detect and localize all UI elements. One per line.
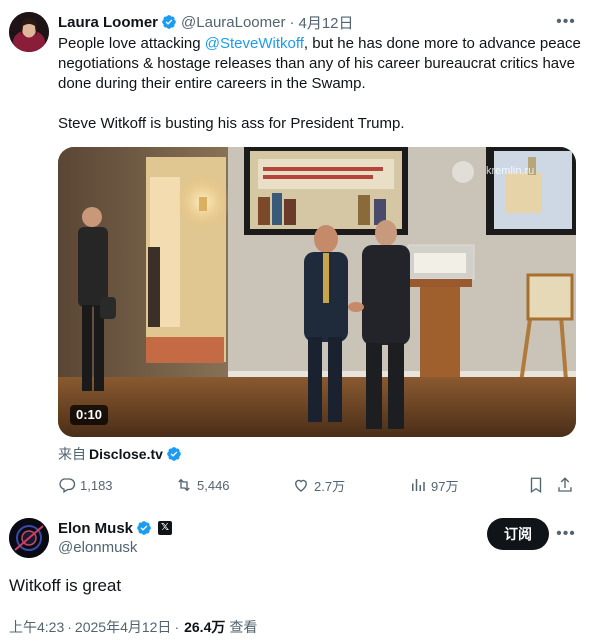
reply-icon <box>59 478 76 493</box>
like-count: 2.7万 <box>314 478 346 494</box>
separator-dot: · <box>289 13 295 31</box>
more-icon[interactable]: ••• <box>556 12 576 32</box>
video-player[interactable]: kremlin.ru <box>58 147 576 437</box>
tweet-header: Laura Loomer @LauraLoomer · 4月12日 <box>58 12 354 32</box>
video-duration: 0:10 <box>70 405 109 425</box>
retweet-icon <box>178 478 190 492</box>
video-thumbnail <box>58 147 576 437</box>
tweet-text-part: People love attacking <box>58 35 205 52</box>
verified-icon <box>166 446 182 462</box>
views-button[interactable]: 97万 <box>409 474 458 496</box>
source-name[interactable]: Disclose.tv <box>89 446 163 462</box>
author-name[interactable]: Laura Loomer <box>58 14 158 31</box>
reply-time[interactable]: 上午4:23 <box>9 617 64 637</box>
share-button[interactable] <box>556 474 578 496</box>
video-source: 来自 Disclose.tv <box>58 444 186 464</box>
views-icon <box>412 479 425 491</box>
tweet-text-paragraph: Steve Witkoff is busting his ass for Pre… <box>58 115 405 132</box>
verified-icon <box>161 14 177 30</box>
tweet-date[interactable]: 4月12日 <box>298 12 353 33</box>
reply-views-label: 查看 <box>229 619 258 635</box>
tweet-text: People love attacking @SteveWitkoff, but… <box>58 34 588 134</box>
separator-dot: · <box>174 619 180 635</box>
like-icon <box>295 479 307 492</box>
bookmark-icon <box>530 477 542 494</box>
verified-icon <box>136 520 152 536</box>
avatar[interactable] <box>9 518 49 558</box>
x-affiliate-icon[interactable]: 𝕏 <box>158 521 173 535</box>
subscribe-button[interactable]: 订阅 <box>487 518 549 550</box>
reply-name-line: Elon Musk 𝕏 <box>58 518 173 538</box>
tweet-actions: 1,183 5,446 2.7万 97万 <box>58 474 578 496</box>
views-count: 97万 <box>431 478 459 494</box>
author-handle[interactable]: @elonmusk <box>58 538 172 558</box>
reply-button[interactable]: 1,183 <box>58 474 113 496</box>
reply-count: 1,183 <box>80 477 113 493</box>
reply-date[interactable]: 2025年4月12日 <box>75 617 172 637</box>
like-button[interactable]: 2.7万 <box>292 474 345 496</box>
mention-link[interactable]: @SteveWitkoff <box>205 35 304 52</box>
reply-meta: 上午4:23 · 2025年4月12日 · 26.4万 查看 <box>9 617 257 637</box>
reply-views-count: 26.4万 <box>184 619 226 635</box>
author-handle[interactable]: @LauraLoomer <box>181 14 285 31</box>
reply-text: Witkoff is great <box>9 576 122 595</box>
retweet-count: 5,446 <box>197 477 230 493</box>
separator-dot: · <box>67 619 72 635</box>
bookmark-button[interactable] <box>527 474 549 496</box>
avatar[interactable] <box>9 12 49 52</box>
source-prefix: 来自 <box>58 446 86 462</box>
author-name[interactable]: Elon Musk <box>58 520 133 537</box>
more-icon[interactable]: ••• <box>556 524 576 544</box>
tweet: Laura Loomer @LauraLoomer · 4月12日 ••• Pe… <box>0 0 601 500</box>
reply-header: Elon Musk 𝕏 @elonmusk <box>58 518 173 558</box>
video-watermark: kremlin.ru <box>486 165 535 177</box>
retweet-button[interactable]: 5,446 <box>175 474 230 496</box>
share-icon <box>558 477 572 492</box>
